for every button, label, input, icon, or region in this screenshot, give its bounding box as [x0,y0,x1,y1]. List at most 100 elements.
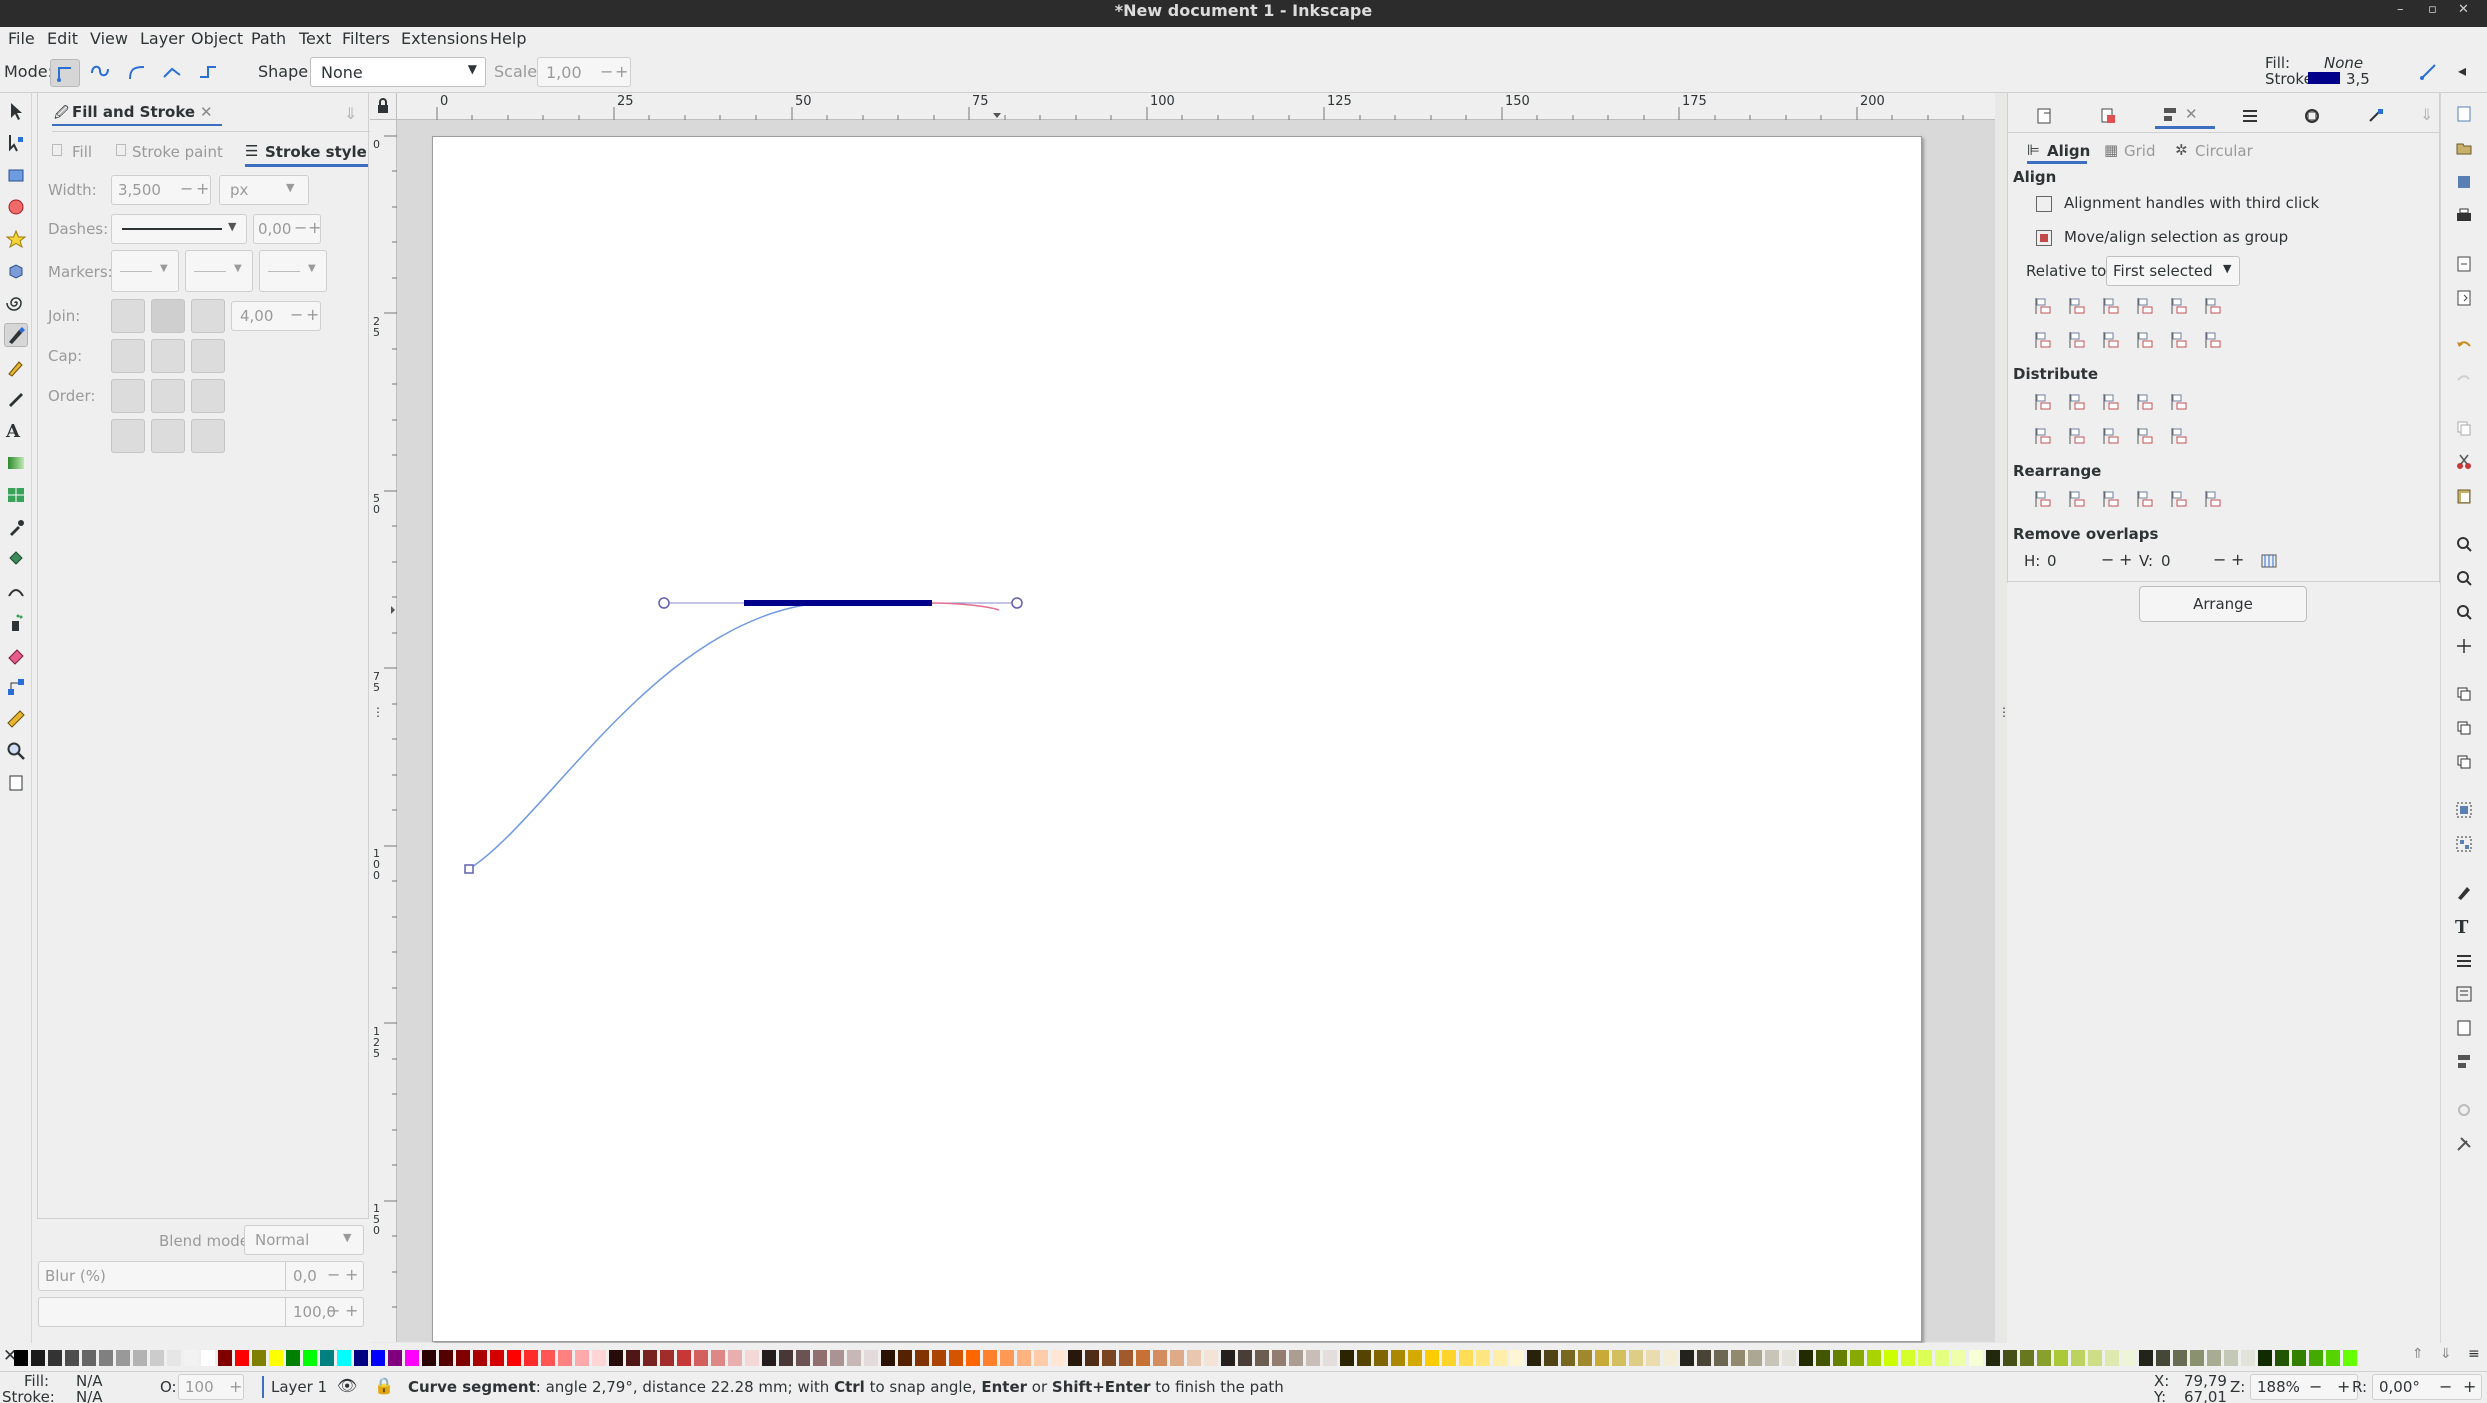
palette-swatch[interactable] [14,1350,28,1366]
cap-round-button[interactable] [151,339,185,373]
palette-swatch[interactable] [1204,1350,1218,1366]
palette-swatch[interactable] [456,1350,470,1366]
current-layer[interactable]: Layer 1 [271,1378,327,1396]
palette-swatch[interactable] [371,1350,385,1366]
palette-swatch[interactable] [167,1350,181,1366]
palette-swatch[interactable] [99,1350,113,1366]
palette-swatch[interactable] [2054,1350,2068,1366]
palette-swatch[interactable] [1680,1350,1694,1366]
palette-swatch[interactable] [1119,1350,1133,1366]
menu-filters[interactable]: Filters [342,29,390,48]
plus-icon[interactable]: + [2463,1377,2476,1396]
rearrange-1-icon[interactable] [2034,489,2054,509]
rotate-input[interactable]: 0,00° − + [2372,1374,2482,1400]
align-edge-3-icon[interactable] [2102,296,2122,316]
palette-swatch[interactable] [405,1350,419,1366]
palette-swatch[interactable] [1425,1350,1439,1366]
palette-scroll-down-icon[interactable]: ⇓ [2440,1346,2452,1362]
palette-swatch[interactable] [2105,1350,2119,1366]
menu-edit[interactable]: Edit [47,29,78,48]
minus-icon[interactable]: − [290,305,303,324]
palette-swatch[interactable] [830,1350,844,1366]
align-edge-1-icon[interactable] [2034,296,2054,316]
pencil-tool-icon[interactable] [6,357,26,377]
move-as-group-label[interactable]: Move/align selection as group [2064,228,2288,246]
lock-guides-icon[interactable] [370,93,397,120]
rearrange-6-icon[interactable] [2204,489,2224,509]
pages-tool-icon[interactable] [6,773,26,793]
palette-swatch[interactable] [269,1350,283,1366]
cap-butt-button[interactable] [111,339,145,373]
menu-extensions[interactable]: Extensions [401,29,488,48]
measure-tool-icon[interactable] [6,709,26,729]
palette-swatch[interactable] [1714,1350,1728,1366]
minus-icon[interactable]: − [600,62,613,81]
scale-input[interactable]: 1,00 − + [537,57,631,87]
palette-swatch[interactable] [1510,1350,1524,1366]
palette-swatch[interactable] [983,1350,997,1366]
calligraphy-tool-icon[interactable] [6,389,26,409]
tab-align[interactable]: ⊫ Align [2027,140,2090,164]
palette-swatch[interactable] [2309,1350,2323,1366]
palette-swatch[interactable] [677,1350,691,1366]
palette-swatch[interactable] [1442,1350,1456,1366]
connector-tool-icon[interactable] [6,677,26,697]
left-panel-splitter[interactable]: ⋮ [370,703,384,727]
right-panel-splitter[interactable]: ⋮ [1996,703,2010,727]
palette-swatch[interactable] [643,1350,657,1366]
minimize-icon[interactable]: – [2397,2,2404,17]
align-edge-5-icon[interactable] [2170,296,2190,316]
width-input[interactable]: 3,500 − + [111,175,211,205]
join-miter-button[interactable] [191,299,225,333]
distribute-v-4-icon[interactable] [2136,426,2156,446]
palette-swatch[interactable] [320,1350,334,1366]
palette-swatch[interactable] [745,1350,759,1366]
palette-swatch[interactable] [1255,1350,1269,1366]
palette-swatch[interactable] [2037,1350,2051,1366]
palette-swatch[interactable] [286,1350,300,1366]
close-icon[interactable]: ✕ [2458,2,2469,17]
zoom-drawing-icon[interactable] [2455,569,2475,589]
layers-icon[interactable] [2241,107,2259,125]
palette-swatch[interactable] [133,1350,147,1366]
palette-swatch[interactable] [473,1350,487,1366]
palette-swatch[interactable] [31,1350,45,1366]
palette-swatch[interactable] [1272,1350,1286,1366]
align-center-2-icon[interactable] [2068,330,2088,350]
palette-swatch[interactable] [2020,1350,2034,1366]
cut-icon[interactable] [2455,453,2475,473]
dropper-tool-icon[interactable] [6,517,26,537]
palette-swatch[interactable] [1935,1350,1949,1366]
palette-swatch[interactable] [1595,1350,1609,1366]
undo-icon[interactable] [2455,337,2475,357]
xml-editor-icon[interactable] [2455,985,2475,1005]
palette-swatch[interactable] [660,1350,674,1366]
zoom-selection-icon[interactable] [2455,535,2475,555]
align-center-5-icon[interactable] [2170,330,2190,350]
palette-swatch[interactable] [1323,1350,1337,1366]
document-properties-icon[interactable] [2036,107,2054,125]
minus-icon[interactable]: − [294,218,307,237]
mesh-tool-icon[interactable] [6,485,26,505]
menu-object[interactable]: Object [191,29,243,48]
palette-swatch[interactable] [2326,1350,2340,1366]
text-font-dialog-icon[interactable]: T [2455,917,2475,938]
palette-swatch[interactable] [1969,1350,1983,1366]
stroke-width-value[interactable]: 3,5 [2346,70,2370,88]
selector-tool-icon[interactable] [6,101,26,121]
export-icon[interactable] [2099,107,2117,125]
menu-path[interactable]: Path [251,29,286,48]
document-props-icon[interactable] [2455,1019,2475,1039]
plus-icon[interactable]: + [2337,1377,2350,1396]
distribute-h-1-icon[interactable] [2034,392,2054,412]
palette-swatch[interactable] [1102,1350,1116,1366]
preferences-icon[interactable] [2455,1101,2475,1121]
minus-icon[interactable]: − [180,179,193,198]
relative-to-select[interactable]: First selected ▼ [2106,256,2240,286]
align-center-1-icon[interactable] [2034,330,2054,350]
palette-swatch[interactable] [575,1350,589,1366]
plus-icon[interactable]: + [2231,550,2244,569]
palette-swatch[interactable] [1306,1350,1320,1366]
palette-swatch[interactable] [1085,1350,1099,1366]
menu-view[interactable]: View [90,29,128,48]
